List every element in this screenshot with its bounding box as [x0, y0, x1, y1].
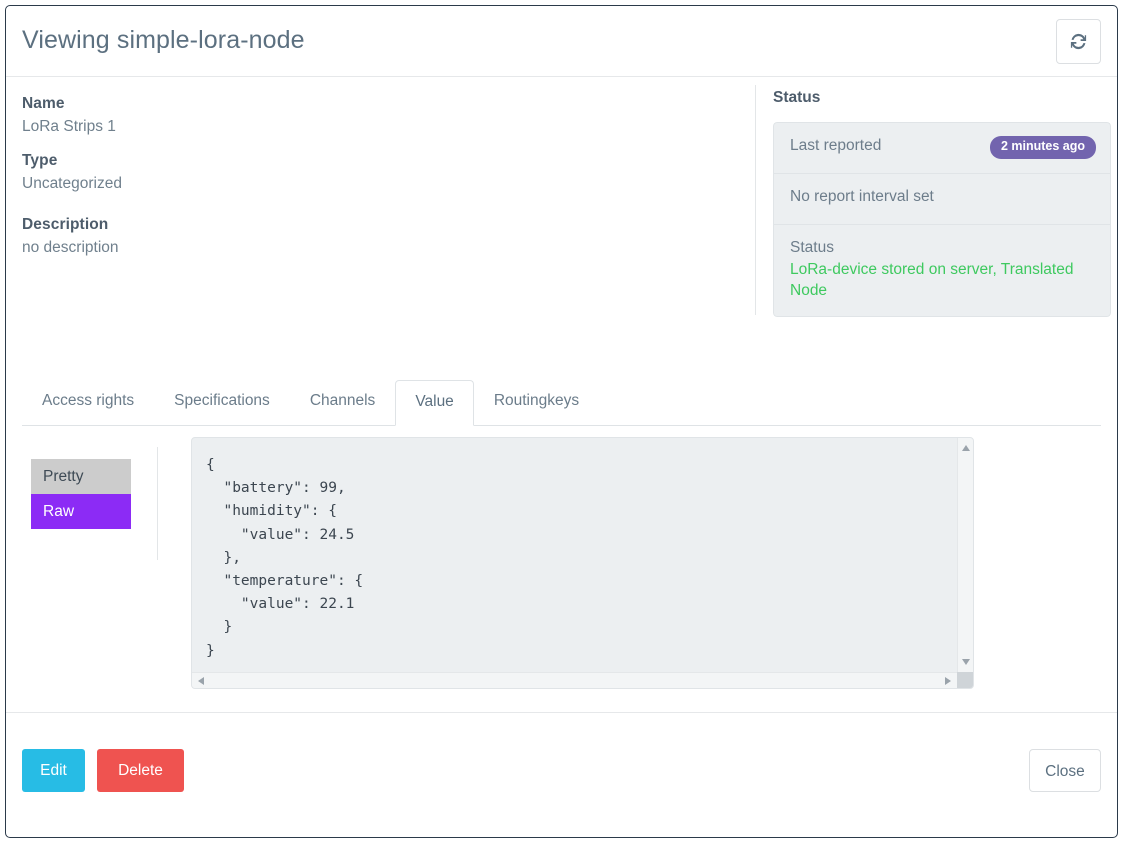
modal-body: Name LoRa Strips 1 Type Uncategorized De…	[6, 77, 1117, 714]
status-list: Last reported 2 minutes ago No report in…	[773, 122, 1111, 317]
modal-header: Viewing simple-lora-node	[6, 6, 1117, 77]
status-item-report-interval: No report interval set	[773, 173, 1111, 224]
refresh-button[interactable]	[1056, 19, 1101, 64]
status-item-label: Status	[790, 239, 834, 256]
scroll-down-icon[interactable]	[962, 659, 970, 665]
column-divider	[755, 85, 756, 315]
tab-bar: Access rights Specifications Channels Va…	[22, 377, 1101, 426]
status-badge: 2 minutes ago	[989, 136, 1096, 159]
type-label: Type	[22, 152, 58, 169]
close-button[interactable]: Close	[1029, 749, 1101, 792]
value-tab-panel: Pretty Raw { "battery": 99, "humidity": …	[22, 437, 1101, 702]
page-title: Viewing simple-lora-node	[22, 26, 305, 54]
horizontal-scrollbar[interactable]	[192, 672, 957, 688]
report-interval-text: No report interval set	[790, 188, 934, 205]
vertical-scrollbar[interactable]	[957, 438, 973, 672]
name-label: Name	[22, 95, 65, 112]
tab-access-rights[interactable]: Access rights	[22, 379, 154, 425]
json-value-text: { "battery": 99, "humidity": { "value": …	[206, 457, 364, 659]
tab-channels[interactable]: Channels	[290, 379, 396, 425]
json-value-box[interactable]: { "battery": 99, "humidity": { "value": …	[191, 437, 974, 689]
pretty-mode-button[interactable]: Pretty	[31, 459, 131, 494]
scroll-up-icon[interactable]	[962, 445, 970, 451]
modal-footer: Edit Delete Close	[6, 712, 1117, 837]
tab-routingkeys[interactable]: Routingkeys	[474, 379, 599, 425]
status-item-value: LoRa-device stored on server, Translated…	[790, 261, 1074, 299]
scroll-right-icon[interactable]	[945, 677, 951, 685]
status-panel: Status Last reported 2 minutes ago No re…	[773, 89, 1111, 317]
type-value: Uncategorized	[22, 175, 122, 192]
tab-value[interactable]: Value	[395, 380, 474, 426]
status-item-last-reported: Last reported 2 minutes ago	[773, 122, 1111, 173]
node-details: Name LoRa Strips 1 Type Uncategorized De…	[22, 95, 722, 257]
tab-specifications[interactable]: Specifications	[154, 379, 290, 425]
raw-mode-button[interactable]: Raw	[31, 494, 131, 529]
refresh-icon	[1069, 32, 1088, 51]
delete-button[interactable]: Delete	[97, 749, 184, 792]
view-node-modal: Viewing simple-lora-node Name LoRa Strip…	[5, 5, 1118, 838]
last-reported-label: Last reported	[790, 137, 882, 154]
description-value: no description	[22, 239, 119, 256]
pane-divider	[157, 447, 158, 560]
description-label: Description	[22, 216, 109, 233]
name-value: LoRa Strips 1	[22, 118, 116, 135]
scroll-left-icon[interactable]	[198, 677, 204, 685]
scrollbar-corner	[957, 672, 973, 688]
edit-button[interactable]: Edit	[22, 749, 85, 792]
status-item-status: Status LoRa-device stored on server, Tra…	[773, 224, 1111, 317]
status-heading: Status	[773, 89, 821, 106]
view-mode-group: Pretty Raw	[31, 459, 131, 529]
